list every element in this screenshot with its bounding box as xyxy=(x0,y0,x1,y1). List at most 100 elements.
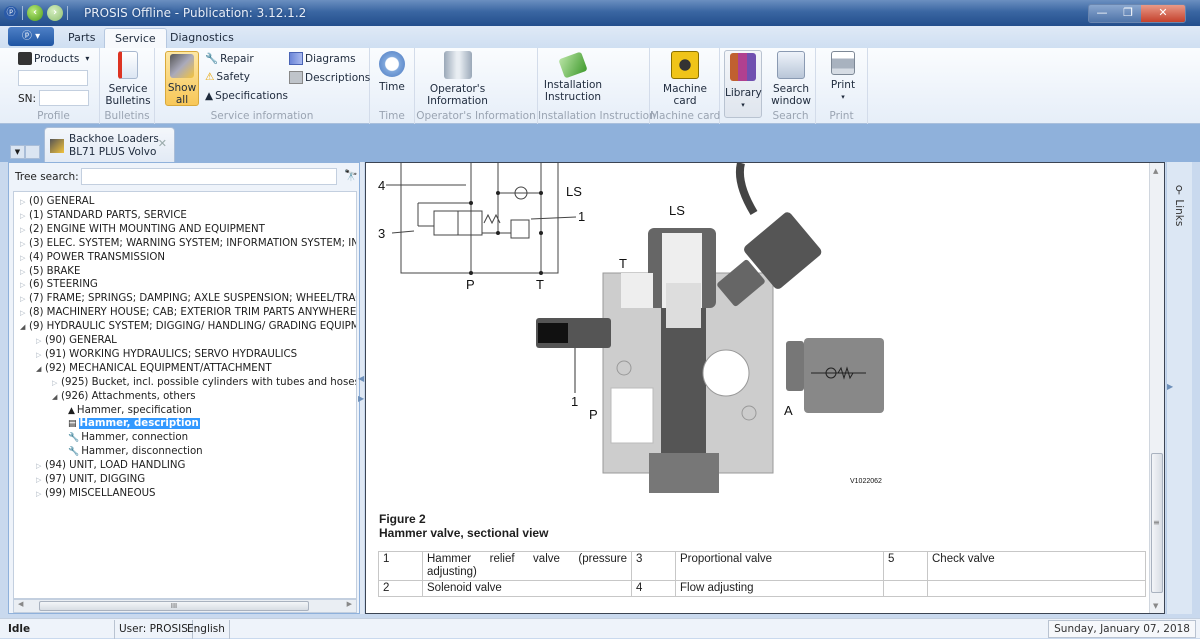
tree-horizontal-scrollbar[interactable]: ◀ III ▶ xyxy=(13,599,357,613)
tree-item[interactable]: ▷ (90) GENERAL xyxy=(36,334,117,348)
products-field[interactable] xyxy=(18,70,88,86)
tree-item[interactable]: ▷ (91) WORKING HYDRAULICS; SERVO HYDRAULI… xyxy=(36,348,297,362)
collapsed-arrow-icon[interactable]: ▷ xyxy=(20,223,29,237)
collapsed-arrow-icon[interactable]: ▷ xyxy=(36,487,45,501)
legend-number: 4 xyxy=(631,580,676,597)
tree-search-input[interactable] xyxy=(81,168,337,185)
group-bulletins: Service Bulletins Bulletins xyxy=(100,48,155,124)
expand-right-icon[interactable]: ▶ xyxy=(358,394,364,403)
tree-item[interactable]: ▷ (94) UNIT, LOAD HANDLING xyxy=(36,459,185,473)
tree-item[interactable]: 🔧 Hammer, connection xyxy=(68,431,188,445)
tab-list-dropdown[interactable]: ▼ xyxy=(10,145,25,159)
collapsed-arrow-icon[interactable]: ▷ xyxy=(36,334,45,348)
scroll-right-icon[interactable]: ▶ xyxy=(347,600,352,608)
restore-button[interactable]: ❐ xyxy=(1115,5,1141,22)
pane-splitter[interactable] xyxy=(360,162,364,614)
document-tab-backhoe-loaders[interactable]: Backhoe Loaders BL71 PLUS Volvo ✕ xyxy=(44,127,175,162)
binoculars-icon[interactable]: 🔭 xyxy=(344,169,358,182)
products-dropdown[interactable]: Products ▾ xyxy=(18,52,89,65)
show-all-button[interactable]: Show all xyxy=(165,51,199,106)
collapsed-arrow-icon[interactable]: ▷ xyxy=(20,306,29,320)
machine-card-button[interactable]: Machine card xyxy=(656,51,714,107)
safety-button[interactable]: ⚠ Safety xyxy=(205,71,250,83)
tab-service[interactable]: Service xyxy=(104,28,167,48)
tree-item[interactable]: ◢ (92) MECHANICAL EQUIPMENT/ATTACHMENT xyxy=(36,362,272,376)
specifications-button[interactable]: ▲ Specifications xyxy=(205,90,288,102)
descriptions-button[interactable]: Descriptions xyxy=(289,71,370,84)
collapsed-arrow-icon[interactable]: ▷ xyxy=(36,348,45,362)
tree-item[interactable]: ◢ (9) HYDRAULIC SYSTEM; DIGGING/ HANDLING… xyxy=(20,320,356,334)
collapse-left-icon[interactable]: ◀ xyxy=(358,374,364,383)
collapsed-arrow-icon[interactable]: ▷ xyxy=(36,459,45,473)
expanded-arrow-icon[interactable]: ◢ xyxy=(20,320,29,334)
collapsed-arrow-icon[interactable]: ▷ xyxy=(20,251,29,265)
tree-item[interactable]: ▷ (6) STEERING xyxy=(20,278,98,292)
document-vertical-scrollbar[interactable]: ▲ ≡ ▼ xyxy=(1149,163,1164,613)
tree-item[interactable]: ▲ Hammer, specification xyxy=(68,404,192,418)
collapsed-arrow-icon[interactable]: ▷ xyxy=(20,278,29,292)
tree-item-label: (6) STEERING xyxy=(29,279,98,291)
close-button[interactable]: ✕ xyxy=(1141,5,1185,22)
tree-item[interactable]: ▷ (7) FRAME; SPRINGS; DAMPING; AXLE SUSPE… xyxy=(20,292,356,306)
installation-instruction-button[interactable]: Installation Instruction xyxy=(543,51,603,103)
collapsed-arrow-icon[interactable]: ▷ xyxy=(20,292,29,306)
scroll-thumb[interactable]: III xyxy=(39,601,309,611)
collapsed-arrow-icon[interactable]: ▷ xyxy=(52,376,61,390)
tree-item[interactable]: ▷ (97) UNIT, DIGGING xyxy=(36,473,145,487)
links-tab[interactable]: ⚲ Links xyxy=(1173,184,1185,226)
search-window-button[interactable]: Search window xyxy=(768,51,814,107)
library-button[interactable]: Library ▾ xyxy=(724,50,762,118)
window-controls: — ❐ ✕ xyxy=(1088,4,1186,23)
scroll-left-icon[interactable]: ◀ xyxy=(18,600,23,608)
wrench-icon: 🔧 xyxy=(68,447,80,458)
search-window-icon xyxy=(777,51,805,79)
collapsed-arrow-icon[interactable]: ▷ xyxy=(36,473,45,487)
forward-button[interactable]: › xyxy=(47,5,63,21)
back-button[interactable]: ‹ xyxy=(27,5,43,21)
app-logo-icon[interactable]: ⓟ xyxy=(4,6,18,20)
service-bulletins-button[interactable]: Service Bulletins xyxy=(104,51,152,107)
scroll-down-icon[interactable]: ▼ xyxy=(1153,602,1158,610)
tree-item[interactable]: ▷ (99) MISCELLANEOUS xyxy=(36,487,156,501)
close-tab-icon[interactable]: ✕ xyxy=(158,137,167,150)
application-menu-button[interactable]: ⓟ ▾ xyxy=(8,27,54,46)
tree-item[interactable]: ▷ (3) ELEC. SYSTEM; WARNING SYSTEM; INFOR… xyxy=(20,237,356,251)
tree-item[interactable]: ▷ (2) ENGINE WITH MOUNTING AND EQUIPMENT xyxy=(20,223,265,237)
collapsed-arrow-icon[interactable]: ▷ xyxy=(20,209,29,223)
expand-links-icon[interactable]: ▶ xyxy=(1167,382,1173,391)
operators-information-button[interactable]: Operator's Information xyxy=(425,51,490,107)
sn-field[interactable] xyxy=(39,90,89,106)
tree-item-label: Hammer, specification xyxy=(76,404,192,416)
button-label: Instruction xyxy=(544,91,602,103)
label-p: P xyxy=(589,407,598,422)
diagrams-button[interactable]: Diagrams xyxy=(289,52,356,65)
button-label: all xyxy=(175,94,189,106)
button-label: Descriptions xyxy=(305,71,371,84)
repair-button[interactable]: 🔧 Repair xyxy=(205,52,254,66)
group-label: Installation Instruction xyxy=(538,110,656,122)
tree-item[interactable]: ▷ (4) POWER TRANSMISSION xyxy=(20,251,165,265)
tree-item[interactable]: ▷ (925) Bucket, incl. possible cylinders … xyxy=(52,376,356,390)
scroll-up-icon[interactable]: ▲ xyxy=(1153,167,1158,175)
print-button[interactable]: Print ▾ xyxy=(826,51,860,103)
new-tab-button[interactable] xyxy=(25,145,40,159)
tree-item[interactable]: ▤ Hammer, description xyxy=(68,417,200,431)
tree-item[interactable]: ▷ (0) GENERAL xyxy=(20,195,94,209)
collapsed-arrow-icon[interactable]: ▷ xyxy=(20,195,29,209)
expanded-arrow-icon[interactable]: ◢ xyxy=(36,362,45,376)
expanded-arrow-icon[interactable]: ◢ xyxy=(52,390,61,404)
tree-item[interactable]: ▷ (5) BRAKE xyxy=(20,265,80,279)
collapsed-arrow-icon[interactable]: ▷ xyxy=(20,237,29,251)
label-t: T xyxy=(619,256,627,271)
tree-item[interactable]: ▷ (1) STANDARD PARTS, SERVICE xyxy=(20,209,187,223)
tree-item[interactable]: ◢ (926) Attachments, others xyxy=(52,390,196,404)
time-button[interactable]: Time xyxy=(376,51,408,93)
minimize-button[interactable]: — xyxy=(1089,5,1115,22)
tree-item[interactable]: ▷ (8) MACHINERY HOUSE; CAB; EXTERIOR TRIM… xyxy=(20,306,356,320)
tab-diagnostics[interactable]: Diagnostics xyxy=(160,28,244,48)
tree-item[interactable]: 🔧 Hammer, disconnection xyxy=(68,445,203,459)
status-user: User: PROSIS xyxy=(114,620,193,639)
tab-parts[interactable]: Parts xyxy=(58,28,105,48)
legend-number: 1 xyxy=(378,551,423,581)
collapsed-arrow-icon[interactable]: ▷ xyxy=(20,265,29,279)
